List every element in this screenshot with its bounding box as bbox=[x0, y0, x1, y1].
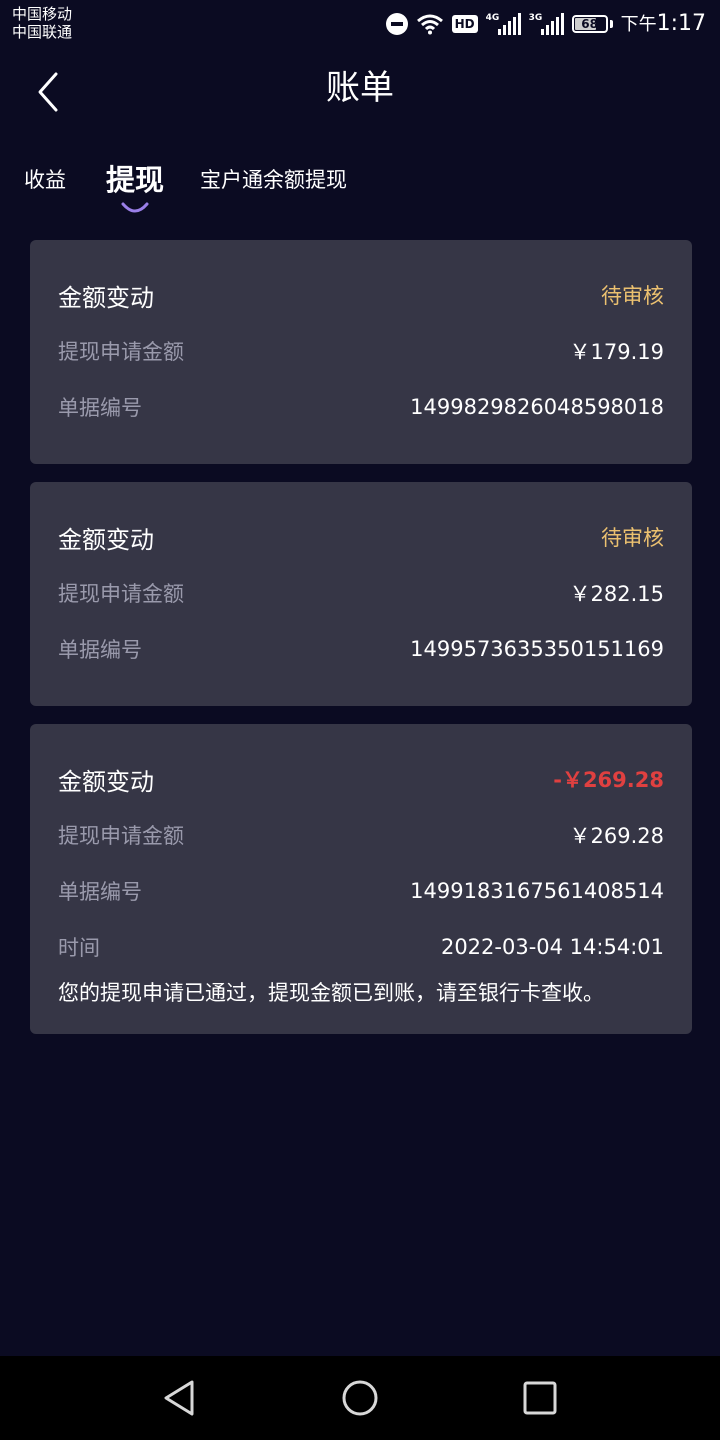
status-badge: -￥269.28 bbox=[553, 768, 664, 792]
sim2-network-label: 3G bbox=[528, 13, 543, 23]
sim1-network-label: 4G bbox=[485, 13, 500, 23]
tab-baohutong-withdraw[interactable]: 宝户通余额提现 bbox=[200, 156, 347, 204]
battery-icon: 68 bbox=[571, 15, 608, 33]
carrier-1: 中国移动 bbox=[12, 5, 73, 23]
hd-badge: HD bbox=[451, 15, 478, 33]
tab-income[interactable]: 收益 bbox=[24, 156, 66, 204]
do-not-disturb-icon bbox=[385, 13, 408, 35]
circle-home-icon bbox=[342, 1380, 378, 1416]
battery-level: 68 bbox=[581, 17, 598, 31]
withdraw-record-card[interactable]: 金额变动 待审核 提现申请金额 ￥282.15 单据编号 14995736353… bbox=[30, 482, 692, 706]
card-header-row: 金额变动 待审核 bbox=[58, 267, 664, 323]
card-title: 金额变动 bbox=[58, 767, 154, 796]
amount-row: 提现申请金额 ￥282.15 bbox=[58, 565, 664, 621]
order-label: 单据编号 bbox=[58, 880, 142, 904]
order-number: 1499829826048598018 bbox=[410, 395, 664, 419]
card-header-row: 金额变动 待审核 bbox=[58, 509, 664, 565]
amount-row: 提现申请金额 ￥179.19 bbox=[58, 323, 664, 379]
clock-ampm: 下午 bbox=[620, 13, 657, 35]
header: 账单 bbox=[0, 56, 720, 126]
amount-label: 提现申请金额 bbox=[58, 340, 184, 364]
order-label: 单据编号 bbox=[58, 396, 142, 420]
order-number: 1499573635350151169 bbox=[410, 637, 664, 661]
time-value: 2022-03-04 14:54:01 bbox=[440, 935, 664, 959]
status-badge: 待审核 bbox=[601, 526, 664, 550]
order-row: 单据编号 1499573635350151169 bbox=[58, 621, 664, 677]
withdraw-record-card[interactable]: 金额变动 待审核 提现申请金额 ￥179.19 单据编号 14998298260… bbox=[30, 240, 692, 464]
tab-active-indicator bbox=[121, 202, 149, 213]
clock-time: 1:17 bbox=[656, 10, 706, 36]
withdraw-record-card[interactable]: 金额变动 -￥269.28 提现申请金额 ￥269.28 单据编号 149918… bbox=[30, 724, 692, 1034]
clock: 下午1:17 bbox=[621, 10, 706, 39]
tab-withdraw[interactable]: 提现 bbox=[106, 156, 164, 204]
amount-label: 提现申请金额 bbox=[58, 824, 184, 848]
signal-sim1-icon: 4G bbox=[486, 13, 521, 35]
order-row: 单据编号 1499829826048598018 bbox=[58, 379, 664, 435]
nav-home-button[interactable] bbox=[336, 1374, 384, 1422]
nav-back-button[interactable] bbox=[156, 1374, 204, 1422]
time-row: 时间 2022-03-04 14:54:01 bbox=[58, 919, 664, 975]
system-nav-bar bbox=[0, 1356, 720, 1440]
nav-recent-button[interactable] bbox=[516, 1374, 564, 1422]
wifi-icon bbox=[416, 14, 443, 35]
battery-cap bbox=[609, 20, 613, 28]
order-label: 单据编号 bbox=[58, 638, 142, 662]
order-number: 1499183167561408514 bbox=[410, 879, 664, 903]
signal-sim2-icon: 3G bbox=[529, 13, 564, 35]
tab-bar: 收益 提现 宝户通余额提现 bbox=[0, 156, 720, 220]
amount-label: 提现申请金额 bbox=[58, 582, 184, 606]
triangle-back-icon bbox=[164, 1380, 194, 1416]
record-note: 您的提现申请已通过，提现金额已到账，请至银行卡查收。 bbox=[58, 981, 604, 1005]
square-recent-icon bbox=[523, 1381, 557, 1415]
amount-value: ￥269.28 bbox=[569, 824, 664, 848]
card-title: 金额变动 bbox=[58, 283, 154, 312]
card-title: 金额变动 bbox=[58, 525, 154, 554]
amount-row: 提现申请金额 ￥269.28 bbox=[58, 807, 664, 863]
amount-value: ￥179.19 bbox=[569, 340, 664, 364]
carrier-2: 中国联通 bbox=[12, 23, 73, 41]
page-title: 账单 bbox=[326, 68, 394, 108]
card-header-row: 金额变动 -￥269.28 bbox=[58, 751, 664, 807]
time-label: 时间 bbox=[58, 936, 100, 960]
status-badge: 待审核 bbox=[601, 284, 664, 308]
order-row: 单据编号 1499183167561408514 bbox=[58, 863, 664, 919]
status-icons: HD 4G 3G 68 下午1:17 bbox=[385, 9, 706, 39]
amount-value: ￥282.15 bbox=[569, 582, 664, 606]
status-bar: 中国移动 中国联通 HD 4G 3G 68 下午1:17 bbox=[0, 0, 720, 48]
